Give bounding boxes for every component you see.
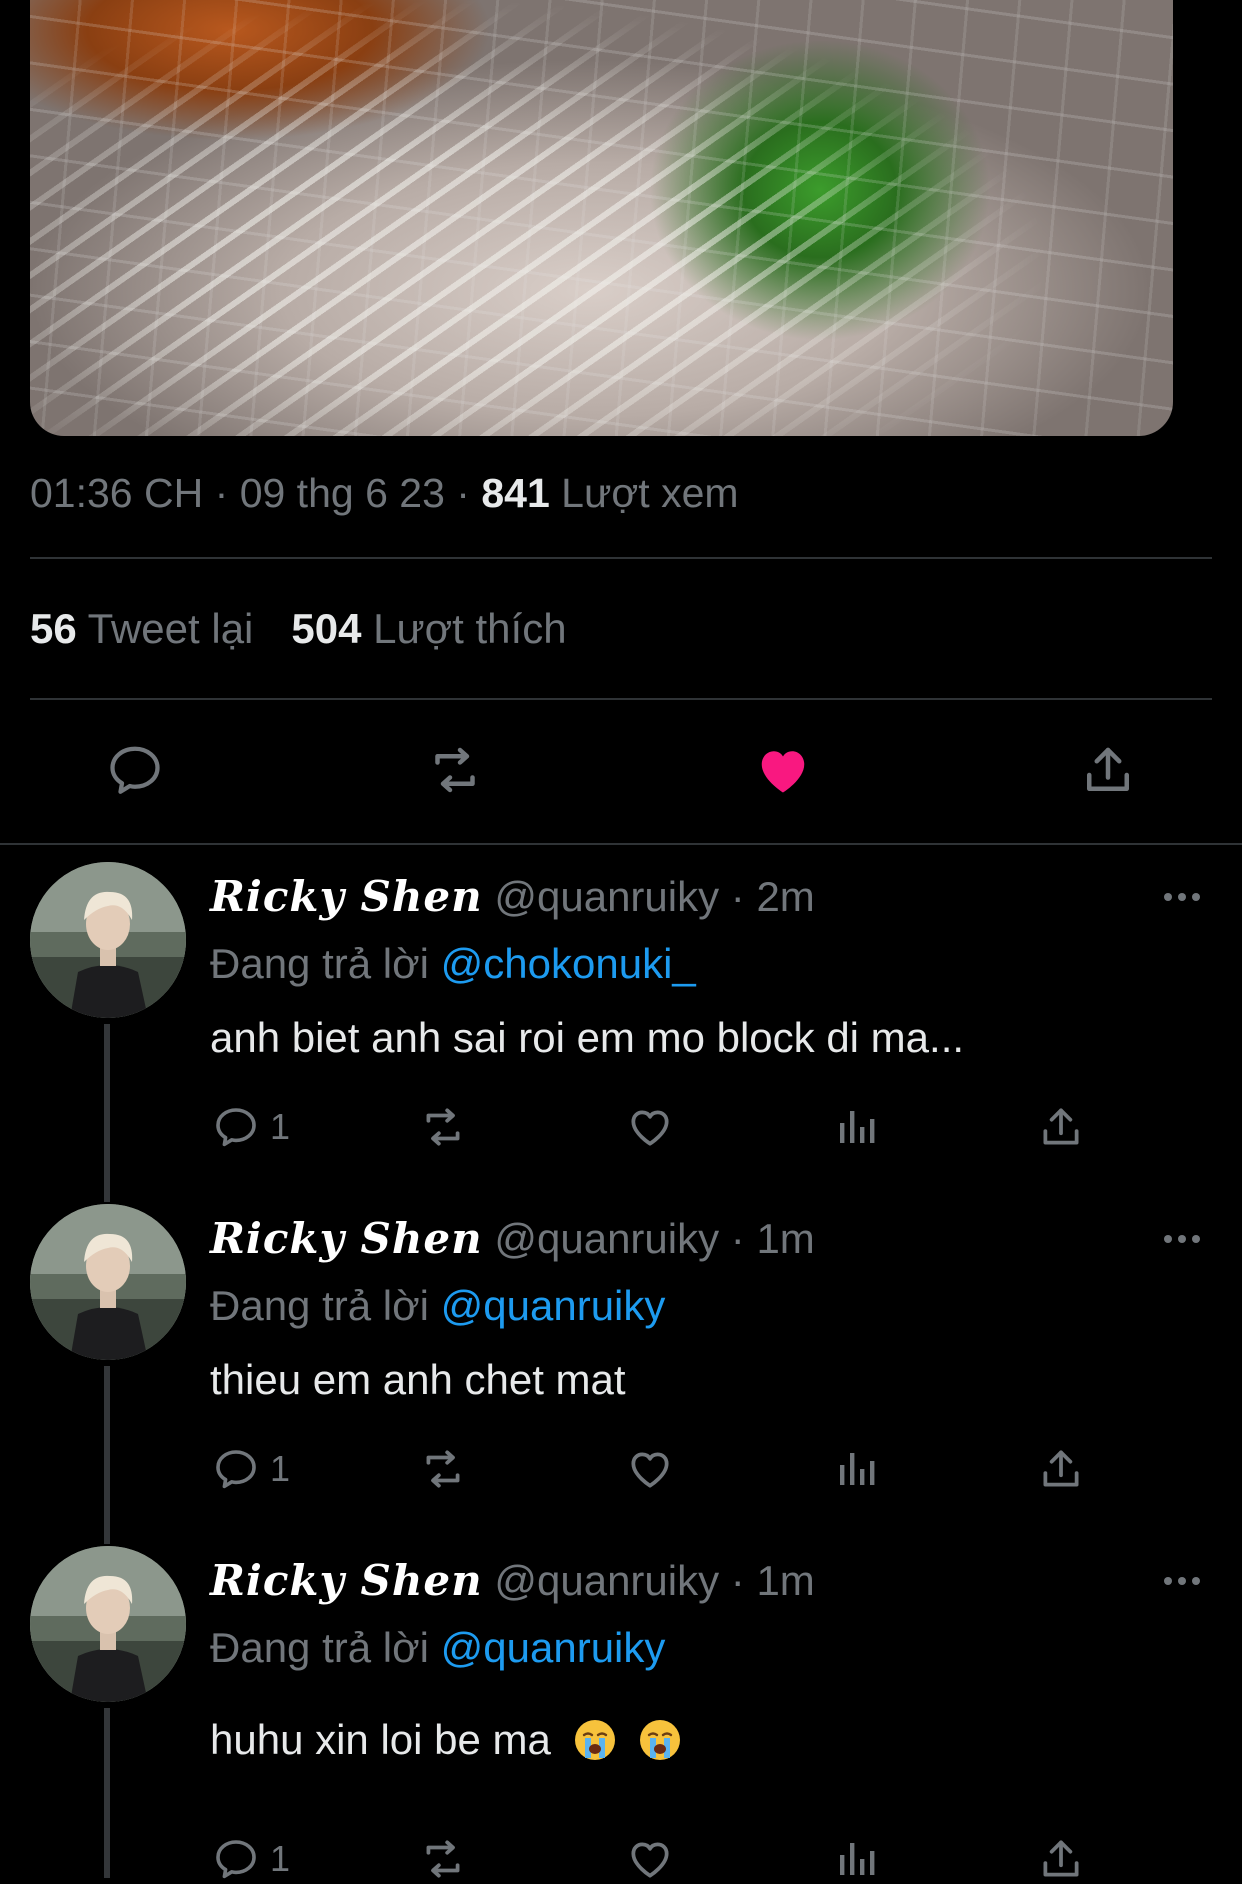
likes-stat[interactable]: 504 Lượt thích xyxy=(291,605,566,652)
mention-link[interactable]: @quanruiky xyxy=(441,1624,666,1671)
section-divider xyxy=(0,843,1242,845)
retweets-count: 56 xyxy=(30,605,77,652)
like-button[interactable] xyxy=(625,1102,675,1152)
reply-time: 1m xyxy=(756,1557,815,1604)
display-name[interactable]: Ricky Shen xyxy=(210,1556,483,1605)
retweet-button[interactable] xyxy=(418,1834,468,1884)
reply-header: Ricky Shen @quanruiky · 1m xyxy=(210,1214,815,1263)
reply-action-bar: 1 xyxy=(0,1444,1242,1494)
replying-label: Đang trả lời xyxy=(210,1282,429,1329)
reply-count: 1 xyxy=(270,1448,291,1489)
analytics-icon xyxy=(840,1453,875,1485)
divider xyxy=(30,557,1212,559)
retweet-button[interactable] xyxy=(418,1102,468,1152)
more-options-icon[interactable] xyxy=(1162,1232,1202,1250)
reply-time: 1m xyxy=(756,1215,815,1262)
like-button[interactable] xyxy=(625,1834,675,1884)
replying-label: Đang trả lời xyxy=(210,1624,429,1671)
reply-text: huhu xin loi be ma xyxy=(210,1716,551,1763)
share-button[interactable] xyxy=(1036,1834,1086,1884)
replying-label: Đang trả lời xyxy=(210,940,429,987)
reply-header: Ricky Shen @quanruiky · 2m xyxy=(210,872,815,921)
reply-icon xyxy=(216,1840,256,1879)
like-icon-filled[interactable] xyxy=(753,740,813,800)
user-handle[interactable]: @quanruiky xyxy=(494,1215,719,1262)
mention-link[interactable]: @quanruiky xyxy=(441,1282,666,1329)
more-options-icon[interactable] xyxy=(1162,1574,1202,1592)
meta-separator: · xyxy=(214,470,229,516)
reply-text: anh biet anh sai roi em mo block di ma..… xyxy=(210,1014,965,1061)
user-handle[interactable]: @quanruiky xyxy=(494,873,719,920)
reply-text-row: huhu xin loi be ma xyxy=(210,1716,682,1764)
share-icon xyxy=(1043,1840,1079,1877)
reply-button[interactable]: 1 xyxy=(212,1444,290,1494)
likes-label: Lượt thích xyxy=(373,605,567,652)
like-button[interactable] xyxy=(625,1444,675,1494)
reply-icon xyxy=(216,1108,256,1147)
user-handle[interactable]: @quanruiky xyxy=(494,1557,719,1604)
views-count: 841 xyxy=(481,470,550,516)
tweet-date: 09 thg 6 23 xyxy=(239,470,445,516)
retweet-icon xyxy=(426,1840,460,1878)
tweet-action-bar xyxy=(0,740,1242,800)
retweets-stat[interactable]: 56 Tweet lại xyxy=(30,605,253,652)
share-button[interactable] xyxy=(1036,1102,1086,1152)
display-name[interactable]: Ricky Shen xyxy=(210,872,483,921)
replying-to: Đang trả lời @quanruiky xyxy=(210,1624,665,1672)
tweet-time: 01:36 CH xyxy=(30,470,204,516)
photo-cabbage-texture xyxy=(30,0,1173,436)
share-icon xyxy=(1043,1450,1079,1487)
header-separator: · xyxy=(730,1557,745,1604)
loudly-crying-face-icon xyxy=(573,1718,617,1762)
like-icon xyxy=(631,1452,669,1488)
header-separator: · xyxy=(730,1215,745,1262)
retweets-label: Tweet lại xyxy=(87,605,254,652)
views-label: Lượt xem xyxy=(561,470,739,516)
more-options-icon[interactable] xyxy=(1162,890,1202,908)
tweet-stats: 56 Tweet lại 504 Lượt thích xyxy=(30,605,567,653)
reply-action-bar: 1 xyxy=(0,1102,1242,1152)
reply-text: thieu em anh chet mat xyxy=(210,1356,626,1403)
reply-header: Ricky Shen @quanruiky · 1m xyxy=(210,1556,815,1605)
like-icon xyxy=(631,1110,669,1146)
display-name[interactable]: Ricky Shen xyxy=(210,1214,483,1263)
reply-time: 2m xyxy=(756,873,815,920)
avatar[interactable] xyxy=(30,1204,186,1360)
analytics-icon xyxy=(840,1111,875,1143)
share-button[interactable] xyxy=(1036,1444,1086,1494)
retweet-icon[interactable] xyxy=(425,740,485,800)
header-separator: · xyxy=(730,873,745,920)
reply-count: 1 xyxy=(270,1838,291,1879)
reply-action-bar: 1 xyxy=(0,1834,1242,1884)
views-button[interactable] xyxy=(832,1444,880,1494)
tweet-meta: 01:36 CH · 09 thg 6 23 · 841 Lượt xem xyxy=(30,470,739,517)
reply-icon[interactable] xyxy=(105,740,165,800)
share-icon[interactable] xyxy=(1078,740,1138,800)
likes-count: 504 xyxy=(291,605,362,652)
loudly-crying-face-icon xyxy=(638,1718,682,1762)
reply-button[interactable]: 1 xyxy=(212,1834,290,1884)
reply-button[interactable]: 1 xyxy=(212,1102,290,1152)
analytics-icon xyxy=(840,1843,875,1875)
tweet-photo[interactable] xyxy=(30,0,1173,436)
retweet-icon xyxy=(426,1108,460,1146)
reply-icon xyxy=(216,1450,256,1489)
retweet-icon xyxy=(426,1450,460,1488)
mention-link[interactable]: @chokonuki_ xyxy=(441,940,696,987)
share-icon xyxy=(1043,1108,1079,1145)
meta-separator: · xyxy=(456,470,470,516)
reply-count: 1 xyxy=(270,1106,291,1147)
views-button[interactable] xyxy=(832,1834,880,1884)
like-icon xyxy=(631,1842,669,1878)
replying-to: Đang trả lời @quanruiky xyxy=(210,1282,665,1330)
avatar[interactable] xyxy=(30,862,186,1018)
divider xyxy=(30,698,1212,700)
views-button[interactable] xyxy=(832,1102,880,1152)
retweet-button[interactable] xyxy=(418,1444,468,1494)
replying-to: Đang trả lời @chokonuki_ xyxy=(210,940,696,988)
avatar[interactable] xyxy=(30,1546,186,1702)
